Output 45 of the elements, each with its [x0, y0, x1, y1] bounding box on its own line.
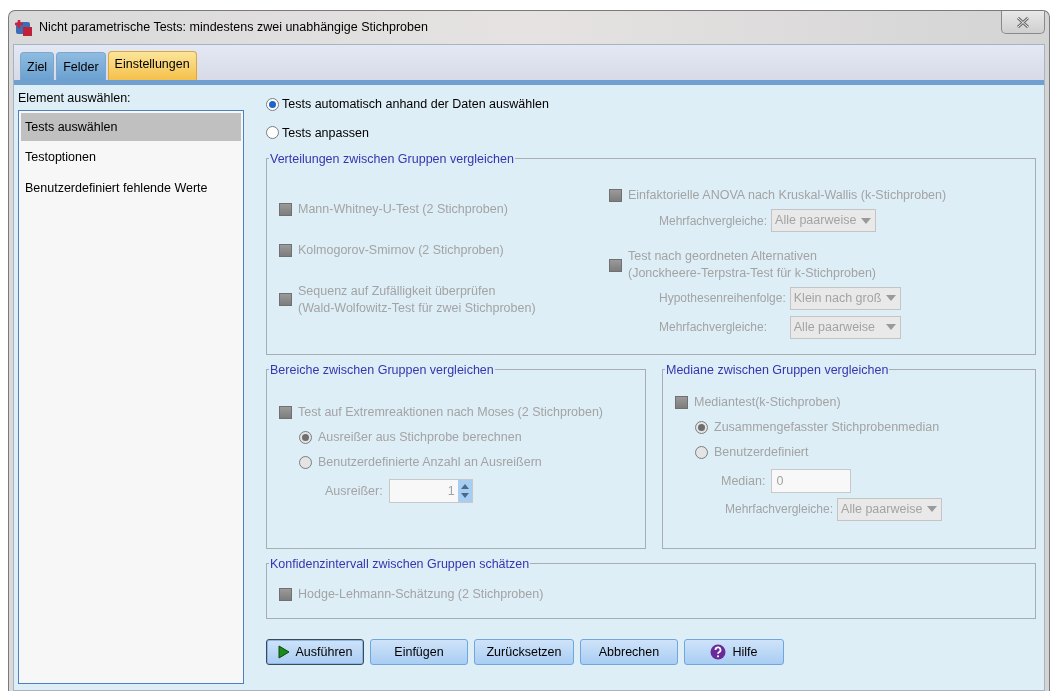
close-icon	[1016, 16, 1030, 28]
list-item[interactable]: Tests auswählen	[21, 112, 241, 142]
option-label: Kolmogorov-Smirnov (2 Stichproben)	[298, 242, 504, 259]
caret-icon	[860, 216, 873, 225]
option-label: Tests automatisch anhand der Daten auswählen	[282, 95, 549, 113]
option-label: Ausreißer aus Stichprobe berechnen	[318, 429, 522, 446]
help-icon	[710, 644, 727, 661]
dialog-button[interactable]: Abbrechen	[580, 639, 678, 666]
caret-icon	[926, 505, 939, 514]
run-button[interactable]: Ausführen	[266, 639, 364, 666]
option-label: Mann-Whitney-U-Test (2 Stichproben)	[298, 201, 508, 219]
option-label: Test auf Extremreaktionen nach Moses (2 Stichproben)	[298, 404, 603, 422]
help-button[interactable]: Hilfe	[684, 639, 784, 666]
close-button[interactable]	[1001, 11, 1045, 34]
dropdown-label: Mehrfachvergleiche:	[659, 212, 768, 230]
tab[interactable]: Einstellungen	[107, 51, 197, 80]
radio-button[interactable]	[266, 97, 279, 111]
caret-icon	[885, 323, 898, 332]
caret-icon	[885, 294, 898, 303]
spin-arrows-icon[interactable]	[457, 479, 472, 502]
option-label: Mediantest(k-Stichproben)	[694, 394, 841, 412]
option-label: Benutzerdefiniert	[714, 444, 809, 461]
option-label: Tests anpassen	[282, 124, 369, 142]
radio-button[interactable]	[266, 126, 279, 140]
dialog-button[interactable]: Einfügen	[370, 639, 468, 666]
option-label: Test nach geordneten Alternativen (Jonckheere-Terpstra-Test für k-Stichproben)	[628, 248, 876, 282]
dropdown-label: Mehrfachvergleiche:	[725, 501, 834, 519]
tab[interactable]: Ziel	[20, 52, 55, 80]
option-label: Hodge-Lehmann-Schätzung (2 Stichproben)	[298, 586, 544, 604]
dropdown-label: Hypothesenreihenfolge:	[659, 290, 786, 308]
option-label: Zusammengefasster Stichprobenmedian	[714, 419, 940, 436]
tab[interactable]: Felder	[56, 52, 106, 80]
field-label: Median:	[721, 472, 766, 490]
window-title: Nicht parametrische Tests: mindestens zwei unabhängige Stichproben	[39, 19, 428, 37]
list-item[interactable]: Testoptionen	[21, 143, 241, 172]
list-label: Element auswählen:	[18, 89, 132, 107]
app-icon	[15, 18, 33, 37]
dropdown-label: Mehrfachvergleiche:	[659, 319, 769, 337]
option-label: Sequenz auf Zufälligkeit überprüfen (Wald-Wolfowitz-Test für zwei Stichproben)	[298, 283, 536, 317]
field-label: Ausreißer:	[325, 482, 383, 500]
option-label: Einfaktorielle ANOVA nach Kruskal-Wallis (k-Stichproben)	[628, 187, 947, 205]
option-label: Benutzerdefinierte Anzahl an Ausreißern	[318, 454, 542, 471]
list-item[interactable]: Benutzerdefiniert fehlende Werte	[21, 174, 241, 203]
dialog-button[interactable]: Zurücksetzen	[474, 639, 574, 666]
play-icon	[277, 645, 290, 660]
